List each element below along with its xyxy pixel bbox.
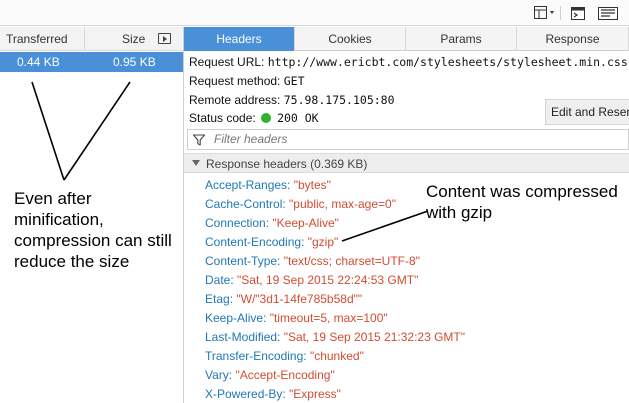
annotation-gzip: Content was compressed with gzip — [426, 182, 618, 222]
remote-address-value: 75.98.175.105:80 — [283, 93, 395, 107]
panel-splitter[interactable] — [183, 27, 184, 403]
console-icon[interactable] — [570, 5, 586, 21]
gzip-icon[interactable] — [597, 5, 619, 21]
request-url-row: Request URL: http://www.ericbt.com/style… — [189, 55, 628, 69]
status-dot-icon — [261, 113, 272, 123]
annotation-minification: Even after minification, compression can… — [14, 189, 172, 271]
header-value: "Sat, 19 Sep 2015 21:32:23 GMT" — [283, 330, 466, 344]
header-name: Last-Modified — [205, 330, 278, 344]
request-url-value: http://www.ericbt.com/stylesheets/styles… — [267, 55, 628, 69]
tab-headers[interactable]: Headers — [184, 27, 295, 51]
header-value: "Sat, 19 Sep 2015 22:24:53 GMT" — [237, 273, 419, 287]
response-headers-section[interactable]: Response headers (0.369 KB) — [184, 153, 629, 173]
network-list-header: Transferred Size — [0, 27, 183, 51]
remote-address-row: Remote address: 75.98.175.105:80 — [189, 93, 395, 107]
response-headers-title: Response headers (0.369 KB) — [206, 157, 368, 171]
filter-headers-box — [187, 129, 629, 150]
column-transferred[interactable]: Transferred — [6, 32, 68, 46]
request-method-label: Request method: — [189, 74, 281, 88]
header-value: "Accept-Encoding" — [235, 368, 335, 382]
header-name: Keep-Alive — [205, 311, 264, 325]
tab-params[interactable]: Params — [406, 27, 517, 51]
header-row: Transfer-Encoding: "chunked" — [205, 349, 364, 363]
devtools-toolbar — [0, 0, 629, 26]
header-name: Cache-Control — [205, 197, 283, 211]
row-transferred: 0.44 KB — [17, 55, 60, 69]
header-value: "chunked" — [309, 349, 364, 363]
arrow-to-gzip — [341, 210, 429, 242]
header-value: "W/"3d1-14fe785b58d"" — [236, 292, 363, 306]
header-name: Content-Encoding — [205, 235, 302, 249]
header-value: "timeout=5, max=100" — [269, 311, 388, 325]
edit-and-resend-button[interactable]: Edit and Resend — [545, 99, 629, 125]
header-row: Connection: "Keep-Alive" — [205, 216, 339, 230]
tab-cookies[interactable]: Cookies — [295, 27, 406, 51]
filter-headers-input[interactable] — [214, 132, 614, 146]
header-name: Vary — [205, 368, 229, 382]
status-code-label: Status code: — [189, 111, 256, 125]
request-url-label: Request URL: — [189, 55, 265, 69]
header-value: "gzip" — [307, 235, 339, 249]
layout-dropdown-icon[interactable] — [534, 5, 556, 21]
header-value: "bytes" — [293, 178, 331, 192]
filter-icon — [192, 134, 206, 146]
arrow-to-transferred — [31, 81, 65, 181]
header-row: Date: "Sat, 19 Sep 2015 22:24:53 GMT" — [205, 273, 419, 287]
header-row: Keep-Alive: "timeout=5, max=100" — [205, 311, 388, 325]
request-method-row: Request method: GET — [189, 74, 305, 88]
header-row: Etag: "W/"3d1-14fe785b58d"" — [205, 292, 363, 306]
header-name: X-Powered-By — [205, 387, 283, 401]
column-size[interactable]: Size — [122, 32, 145, 46]
collapse-arrow-icon[interactable] — [192, 160, 200, 166]
request-method-value: GET — [283, 74, 305, 88]
toolbar-separator — [560, 6, 561, 20]
header-row: Content-Type: "text/css; charset=UTF-8" — [205, 254, 420, 268]
header-name: Connection — [205, 216, 266, 230]
header-name: Date — [205, 273, 231, 287]
header-value: "text/css; charset=UTF-8" — [283, 254, 420, 268]
header-name: Etag — [205, 292, 230, 306]
header-row: Cache-Control: "public, max-age=0" — [205, 197, 396, 211]
header-row: Vary: "Accept-Encoding" — [205, 368, 335, 382]
remote-address-label: Remote address: — [189, 93, 281, 107]
details-tabs: Headers Cookies Params Response — [184, 27, 629, 51]
header-row: Content-Encoding: "gzip" — [205, 235, 339, 249]
selected-request-row[interactable]: 0.44 KB 0.95 KB — [0, 52, 183, 72]
status-code-row: Status code: 200 OK — [189, 111, 319, 125]
status-code-value: 200 OK — [277, 111, 319, 125]
header-value: "public, max-age=0" — [289, 197, 396, 211]
header-row: X-Powered-By: "Express" — [205, 387, 341, 401]
row-size: 0.95 KB — [113, 55, 156, 69]
header-name: Accept-Ranges — [205, 178, 288, 192]
header-value: "Express" — [289, 387, 341, 401]
header-name: Transfer-Encoding — [205, 349, 304, 363]
header-value: "Keep-Alive" — [272, 216, 339, 230]
column-divider[interactable] — [84, 27, 85, 51]
header-row: Accept-Ranges: "bytes" — [205, 178, 331, 192]
toggle-panel-icon[interactable] — [158, 33, 171, 44]
tab-response[interactable]: Response — [517, 27, 629, 51]
header-row: Last-Modified: "Sat, 19 Sep 2015 21:32:2… — [205, 330, 466, 344]
arrow-to-size — [63, 81, 131, 181]
header-name: Content-Type — [205, 254, 278, 268]
